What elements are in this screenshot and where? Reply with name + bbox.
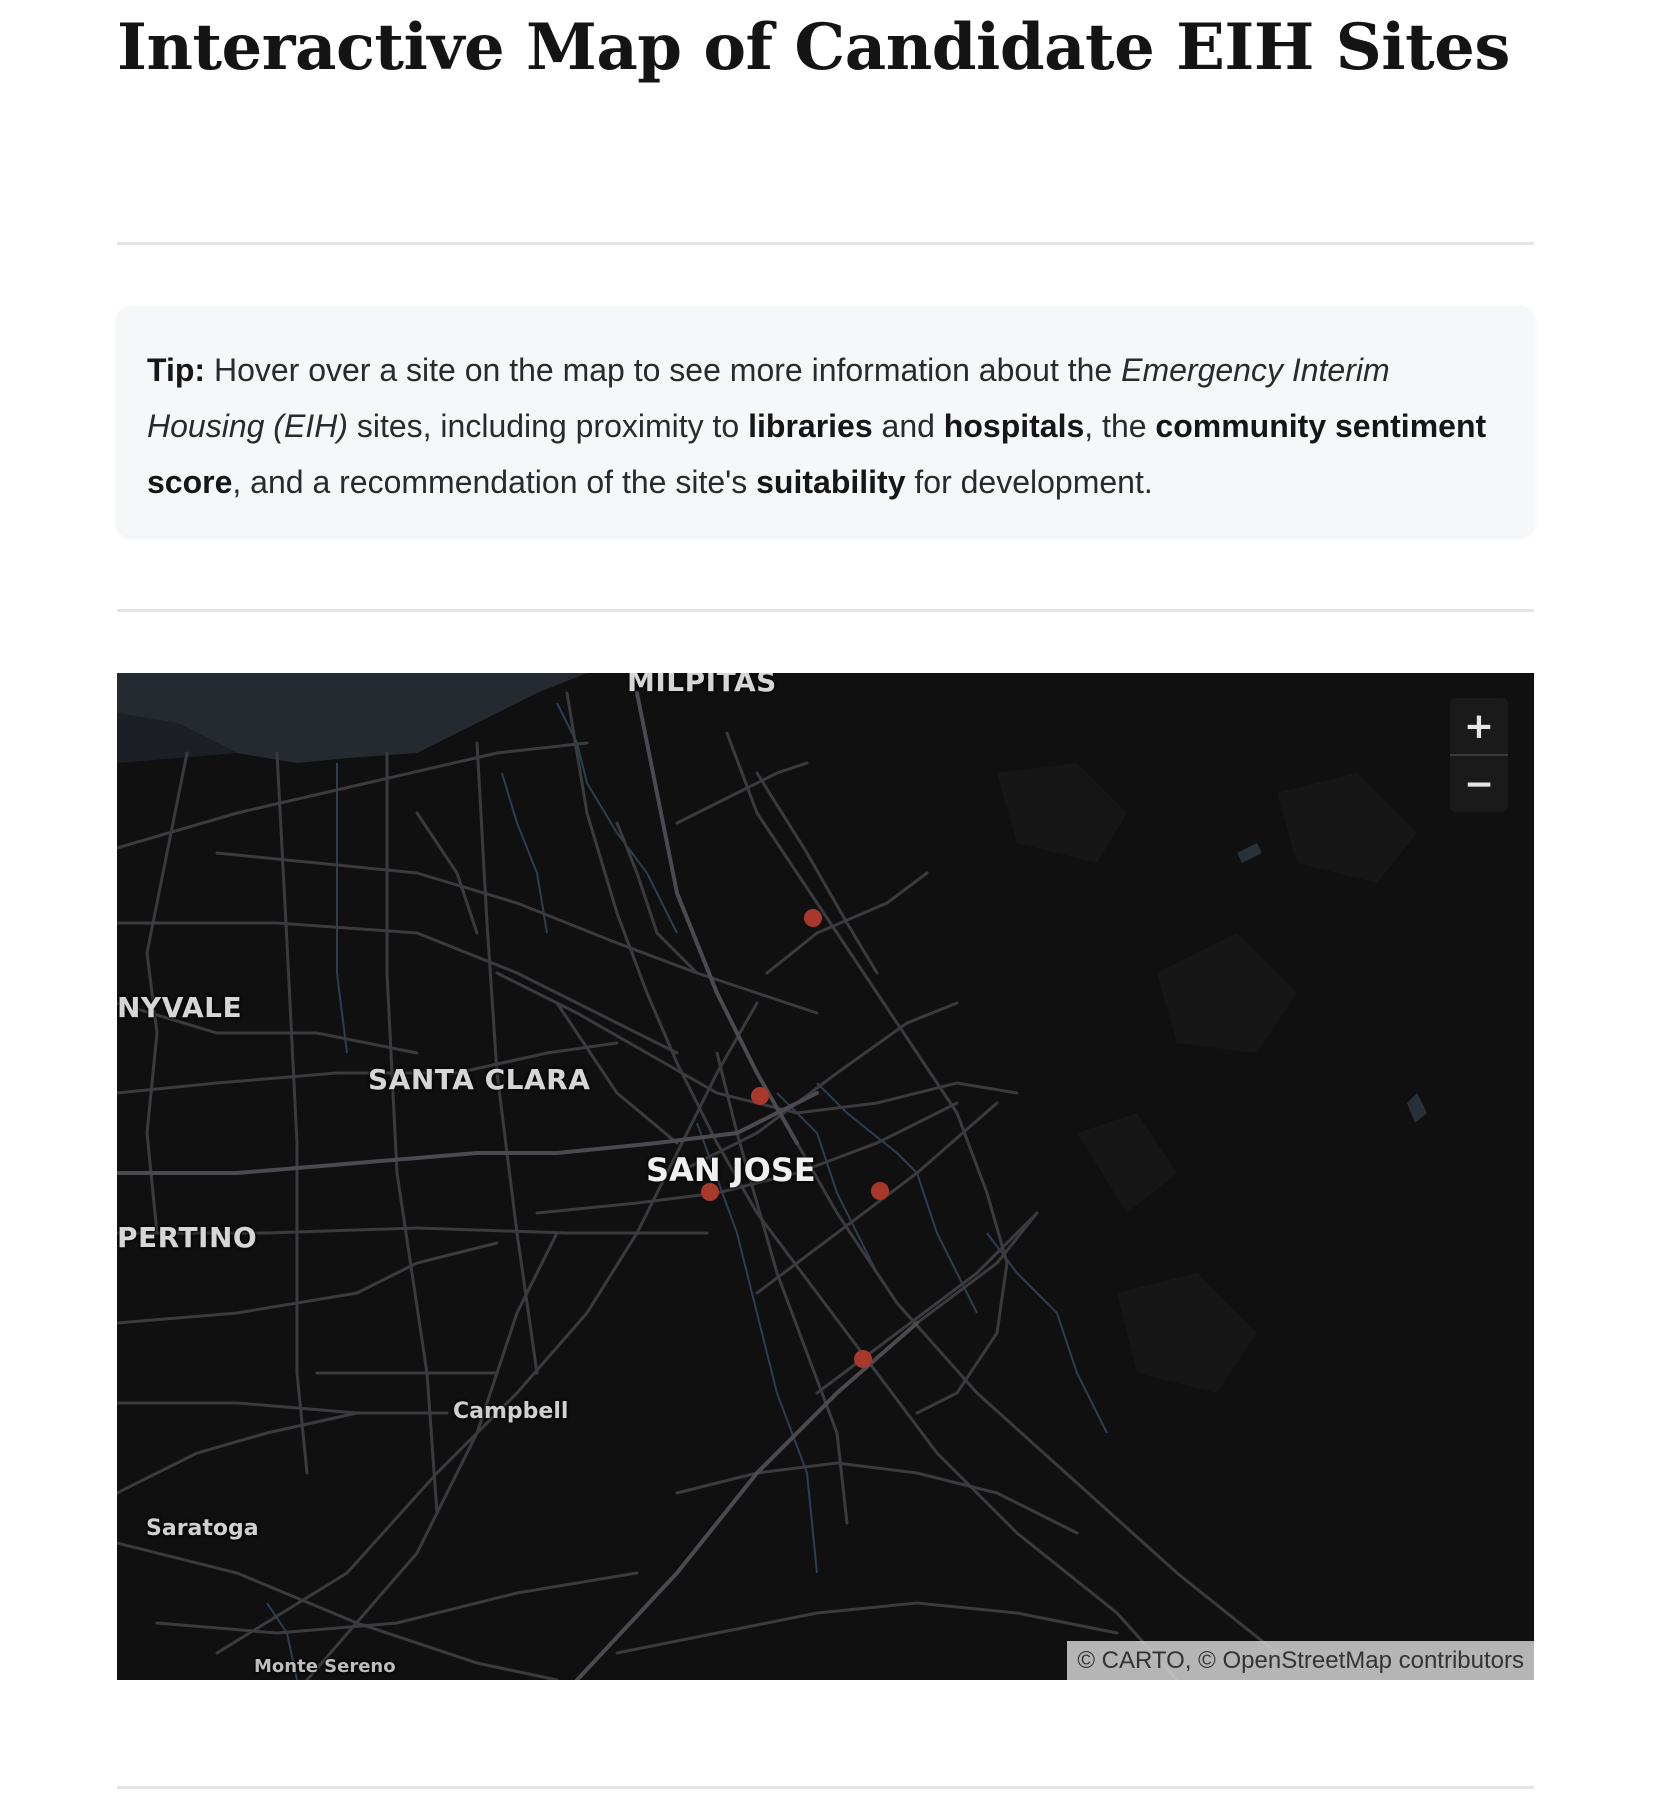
divider	[117, 242, 1534, 245]
map-label-san-jose: SAN JOSE	[646, 1151, 816, 1189]
tip-box: Tip: Hover over a site on the map to see…	[117, 306, 1534, 536]
map-label-santa-clara: SANTA CLARA	[368, 1063, 591, 1096]
tip-bold: suitability	[756, 464, 906, 500]
divider	[117, 609, 1534, 612]
map-label-cupertino: PERTINO	[117, 1221, 258, 1254]
map-view[interactable]: MILPITAS NYVALE SANTA CLARA SAN JOSE PER…	[117, 673, 1534, 1680]
tip-text: , the	[1084, 408, 1156, 444]
divider	[117, 1786, 1534, 1789]
zoom-out-button[interactable]: −	[1450, 756, 1508, 812]
eih-site-marker[interactable]	[871, 1182, 889, 1200]
map-label-saratoga: Saratoga	[146, 1516, 259, 1541]
eih-site-marker[interactable]	[804, 909, 822, 927]
tip-text: , and a recommendation of the site's	[232, 464, 757, 500]
tip-bold: libraries	[748, 408, 873, 444]
map-attribution[interactable]: © CARTO, © OpenStreetMap contributors	[1067, 1641, 1534, 1680]
tip-text: sites, including proximity to	[347, 408, 749, 444]
zoom-control: + −	[1450, 698, 1508, 812]
map-label-milpitas: MILPITAS	[627, 673, 777, 698]
map-label-campbell: Campbell	[453, 1399, 569, 1424]
map-label-monte-sereno: Monte Sereno	[254, 1656, 396, 1677]
tip-bold: hospitals	[943, 408, 1085, 444]
tip-label: Tip:	[147, 352, 206, 388]
tip-text: for development.	[905, 464, 1153, 500]
zoom-in-button[interactable]: +	[1450, 698, 1508, 754]
tip-text: Hover over a site on the map to see more…	[205, 352, 1122, 388]
tip-text: and	[872, 408, 944, 444]
map-basemap	[117, 673, 1427, 1680]
page-title: Interactive Map of Candidate EIH Sites	[117, 10, 1510, 85]
eih-site-marker[interactable]	[854, 1350, 872, 1368]
eih-site-marker[interactable]	[751, 1087, 769, 1105]
map-label-sunnyvale: NYVALE	[117, 991, 243, 1024]
